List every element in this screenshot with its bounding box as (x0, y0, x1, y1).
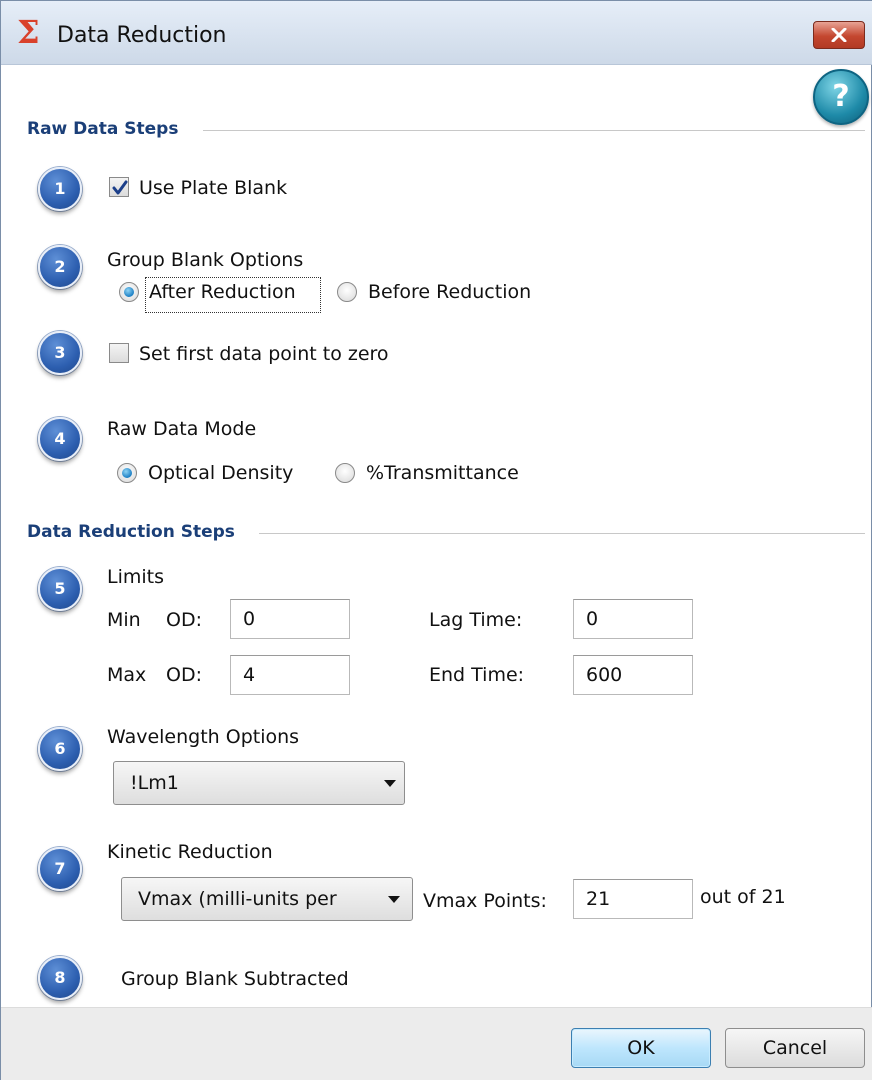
section-title-data-reduction-steps: Data Reduction Steps (27, 522, 235, 542)
lag-time-input[interactable]: 0 (573, 599, 693, 639)
limits-label: Limits (107, 566, 164, 588)
optical-density-radio[interactable] (117, 463, 137, 483)
vmax-points-label: Vmax Points: (423, 890, 547, 912)
step-badge-7: 7 (38, 847, 82, 891)
transmittance-radio[interactable] (335, 463, 355, 483)
use-plate-blank-checkbox[interactable] (109, 177, 129, 197)
step-badge-8: 8 (38, 956, 82, 1000)
ok-button[interactable]: OK (571, 1028, 711, 1068)
wavelength-select[interactable]: !Lm1 (113, 761, 405, 805)
help-icon[interactable]: ? (813, 69, 869, 125)
vmax-out-of-label: out of 21 (700, 886, 786, 908)
cancel-button[interactable]: Cancel (725, 1028, 865, 1068)
max-od-input[interactable]: 4 (230, 655, 350, 695)
wavelength-options-label: Wavelength Options (107, 726, 300, 748)
max-label: Max (107, 664, 147, 686)
transmittance-label: %Transmittance (366, 462, 519, 484)
section-title-raw-data-steps: Raw Data Steps (27, 119, 179, 139)
dialog-footer: OK Cancel (1, 1007, 872, 1080)
kinetic-reduction-select-value: Vmax (milli-units per (138, 888, 337, 910)
kinetic-reduction-select[interactable]: Vmax (milli-units per (121, 877, 413, 921)
after-reduction-radio[interactable] (119, 282, 139, 302)
end-time-label: End Time: (429, 664, 525, 686)
step-badge-5: 5 (38, 567, 82, 611)
close-button[interactable] (813, 21, 865, 49)
data-reduction-dialog: Σ Data Reduction ? Raw Data Steps 1 Use … (0, 0, 872, 1080)
chevron-down-icon (384, 780, 396, 787)
group-blank-subtracted-label: Group Blank Subtracted (121, 968, 349, 990)
step-badge-3: 3 (38, 331, 82, 375)
before-reduction-label: Before Reduction (368, 281, 532, 303)
set-first-point-zero-checkbox[interactable] (109, 343, 129, 363)
lag-time-label: Lag Time: (429, 609, 523, 631)
min-od-input[interactable]: 0 (230, 599, 350, 639)
vmax-points-input[interactable]: 21 (573, 879, 693, 919)
close-icon (831, 28, 847, 42)
after-reduction-label: After Reduction (149, 281, 296, 303)
max-od-label: OD: (166, 664, 202, 686)
group-blank-options-label: Group Blank Options (107, 249, 304, 271)
checkmark-icon (112, 180, 128, 195)
window-title: Data Reduction (57, 23, 227, 48)
use-plate-blank-label: Use Plate Blank (139, 177, 288, 199)
kinetic-reduction-label: Kinetic Reduction (107, 841, 273, 863)
step-badge-2: 2 (38, 245, 82, 289)
section-divider (259, 533, 865, 534)
step-badge-4: 4 (38, 417, 82, 461)
wavelength-select-value: !Lm1 (130, 772, 179, 794)
optical-density-label: Optical Density (148, 462, 294, 484)
step-badge-6: 6 (38, 727, 82, 771)
raw-data-mode-label: Raw Data Mode (107, 418, 257, 440)
title-bar: Σ Data Reduction (1, 1, 872, 65)
min-od-label: OD: (166, 609, 202, 631)
min-label: Min (107, 609, 141, 631)
chevron-down-icon (388, 896, 400, 903)
end-time-input[interactable]: 600 (573, 655, 693, 695)
set-first-point-zero-label: Set first data point to zero (139, 343, 389, 365)
sigma-icon: Σ (17, 13, 40, 51)
before-reduction-radio[interactable] (337, 282, 357, 302)
section-divider (203, 130, 865, 131)
step-badge-1: 1 (38, 167, 82, 211)
